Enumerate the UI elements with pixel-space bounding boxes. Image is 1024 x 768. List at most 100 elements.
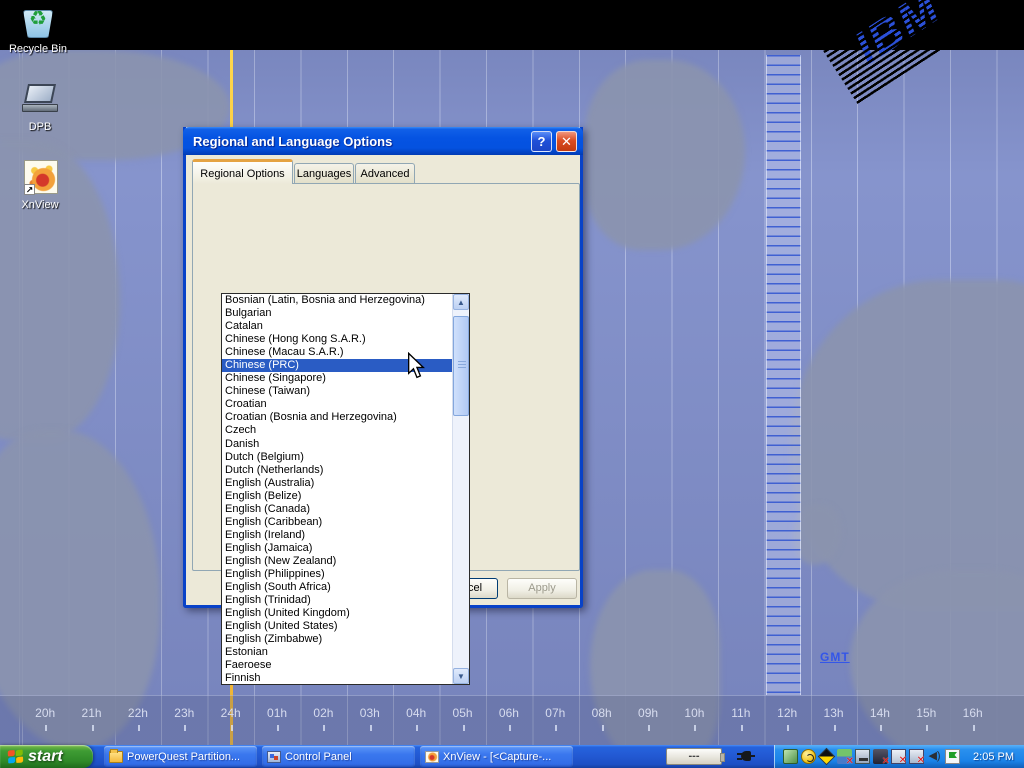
timezone-hour-label: 02h [300, 696, 346, 745]
gmt-meridian-band [766, 55, 801, 695]
timezone-hour-label: 09h [625, 696, 671, 745]
language-list-item[interactable]: Czech [222, 424, 453, 437]
desktop-screen: GMT 20h21h22h23h24h01h02h03h04h05h06h07h… [0, 0, 1024, 768]
language-list-item[interactable]: English (New Zealand) [222, 555, 453, 568]
language-list-item[interactable]: Dutch (Belgium) [222, 451, 453, 464]
taskbar-window-button[interactable]: Control Panel [262, 746, 415, 767]
clock[interactable]: 2:05 PM [973, 751, 1014, 763]
taskbar-window-button[interactable]: PowerQuest Partition... [104, 746, 257, 767]
timezone-hour-label: 14h [857, 696, 903, 745]
task-button-icon [109, 751, 123, 763]
timezone-hour-label: 20h [22, 696, 68, 745]
language-list-item[interactable]: Croatian [222, 398, 453, 411]
timezone-hour-label: 08h [579, 696, 625, 745]
top-black-bar: IBM [0, 0, 1024, 50]
start-button[interactable]: start [0, 745, 93, 768]
regional-language-options-dialog: Regional and Language Options ? ✕ Region… [183, 127, 583, 608]
timezone-hour-label: 21h [68, 696, 114, 745]
language-list-item[interactable]: English (Jamaica) [222, 542, 453, 555]
help-button[interactable]: ? [531, 131, 552, 152]
battery-gauge-icon[interactable] [801, 749, 816, 764]
desktop-icon-dpb[interactable]: DPB [2, 82, 78, 133]
close-button[interactable]: ✕ [556, 131, 577, 152]
timezone-hour-label: 16h [950, 696, 996, 745]
language-list-item[interactable]: Croatian (Bosnia and Herzegovina) [222, 411, 453, 424]
windows-flag-icon [8, 749, 24, 764]
gmt-label: GMT [820, 650, 850, 664]
language-list-item[interactable]: English (Canada) [222, 503, 453, 516]
language-list-item[interactable]: English (Belize) [222, 490, 453, 503]
scroll-up-arrow-icon[interactable]: ▲ [453, 294, 469, 310]
language-list-item[interactable]: Catalan [222, 320, 453, 333]
recycle-bin-label: Recycle Bin [0, 43, 76, 55]
timezone-hour-label: 24h [208, 696, 254, 745]
language-list-item[interactable]: English (Australia) [222, 477, 453, 490]
language-list-item[interactable]: Bulgarian [222, 307, 453, 320]
timezone-hour-label: 15h [903, 696, 949, 745]
language-list-item[interactable]: Bosnian (Latin, Bosnia and Herzegovina) [222, 294, 453, 307]
tab-advanced[interactable]: Advanced [355, 163, 415, 184]
timezone-hour-label: 01h [254, 696, 300, 745]
signal-blocked-icon[interactable] [873, 749, 888, 764]
recycle-symbol-icon: ♻ [18, 6, 58, 31]
timezone-hour-label: 07h [532, 696, 578, 745]
scrollbar-thumb[interactable] [453, 316, 469, 416]
dpb-label: DPB [2, 121, 78, 133]
tab-regional-options[interactable]: Regional Options [192, 159, 293, 184]
language-list-item[interactable]: English (Philippines) [222, 568, 453, 581]
language-list-item[interactable]: Estonian [222, 646, 453, 659]
desktop-icon-xnview[interactable]: ↗ XnView [2, 160, 78, 211]
laptop-icon [20, 82, 60, 118]
scroll-down-arrow-icon[interactable]: ▼ [453, 668, 469, 684]
scheduler-flag-icon[interactable] [945, 749, 960, 764]
language-list-item[interactable]: English (Trinidad) [222, 594, 453, 607]
laptop-base [22, 104, 58, 112]
timezone-hour-label: 23h [161, 696, 207, 745]
shortcut-arrow-icon: ↗ [24, 184, 35, 195]
task-button-icon [425, 751, 439, 763]
volume-icon[interactable]: ◀) [927, 749, 942, 764]
language-list-item[interactable]: Finnish [222, 672, 453, 685]
language-list-item[interactable]: English (South Africa) [222, 581, 453, 594]
xnview-label: XnView [2, 199, 78, 211]
timezone-hour-label: 04h [393, 696, 439, 745]
language-list-item[interactable]: Chinese (Hong Kong S.A.R.) [222, 333, 453, 346]
tab-languages[interactable]: Languages [294, 163, 354, 184]
language-list-item[interactable]: English (United Kingdom) [222, 607, 453, 620]
taskbar-window-button[interactable]: XnView - [<Capture-... [420, 746, 573, 767]
power-meter-icon[interactable] [818, 748, 835, 765]
language-list-item[interactable]: Dutch (Netherlands) [222, 464, 453, 477]
display-alert-icon[interactable] [909, 749, 924, 764]
language-list-item[interactable]: English (Ireland) [222, 529, 453, 542]
network-neighborhood-icon[interactable] [855, 749, 870, 764]
start-label: start [28, 748, 63, 766]
desktop-icon-recycle-bin[interactable]: ♻ Recycle Bin [0, 4, 76, 55]
task-button-icon [267, 751, 281, 763]
language-list-item[interactable]: English (Caribbean) [222, 516, 453, 529]
mouse-cursor [406, 352, 426, 380]
timezone-hour-label: 05h [439, 696, 485, 745]
list-scrollbar[interactable]: ▲ ▼ [452, 294, 469, 684]
language-list-item[interactable]: English (United States) [222, 620, 453, 633]
timezone-hour-label: 11h [718, 696, 764, 745]
timezone-hour-label: 03h [347, 696, 393, 745]
computer-disconnected-icon[interactable] [891, 749, 906, 764]
dialog-title-bar[interactable]: Regional and Language Options ? ✕ [183, 127, 583, 155]
language-list-item[interactable]: Faeroese [222, 659, 453, 672]
users-disconnected-icon[interactable] [837, 749, 852, 764]
timezone-hour-strip: 20h21h22h23h24h01h02h03h04h05h06h07h08h0… [0, 695, 1024, 745]
taskbar: start PowerQuest Partition... Control Pa… [0, 745, 1024, 768]
hotplug-device-icon[interactable] [783, 749, 798, 764]
language-dropdown-list[interactable]: Bosnian (Latin, Bosnia and Herzegovina)B… [221, 293, 470, 685]
timezone-hour-label: 22h [115, 696, 161, 745]
apply-button: Apply [507, 578, 577, 599]
timezone-hour-label: 06h [486, 696, 532, 745]
language-list-item[interactable]: Danish [222, 438, 453, 451]
system-tray: ◀) 2:05 PM [774, 745, 1024, 768]
timezone-hour-label: 12h [764, 696, 810, 745]
language-list-item[interactable]: English (Zimbabwe) [222, 633, 453, 646]
battery-meter-widget[interactable]: --- [666, 748, 722, 765]
language-list-item[interactable]: Chinese (Taiwan) [222, 385, 453, 398]
timezone-hour-label: 13h [810, 696, 856, 745]
power-plug-icon [737, 750, 755, 763]
